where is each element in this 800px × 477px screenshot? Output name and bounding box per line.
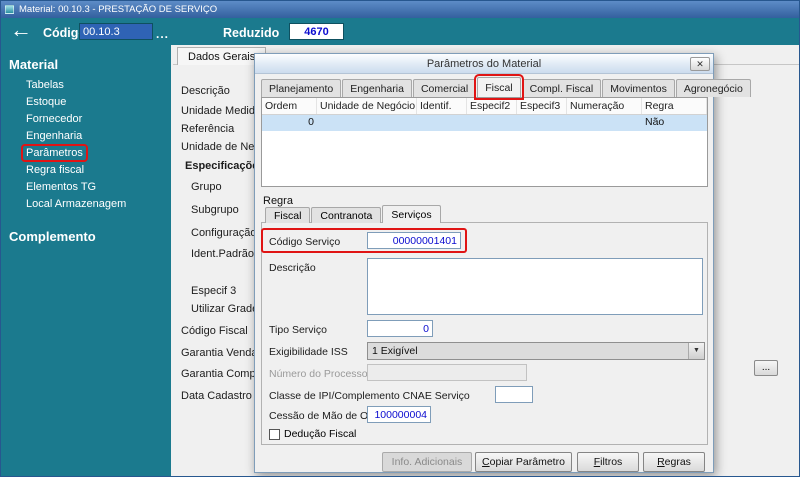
col-identif: Identif. [417, 98, 467, 114]
tab-fiscal[interactable]: Fiscal [474, 74, 524, 100]
copiar-parametro-button[interactable]: Copiar Parâmetro [475, 452, 572, 472]
field-label-utilizar-grade: Utilizar Grade [191, 303, 259, 315]
reduzido-label: Reduzido [223, 26, 280, 40]
tipo-servico-input[interactable] [367, 320, 433, 337]
sidebar-section-material: Material [9, 57, 59, 72]
sidebar-item-parametros[interactable]: Parâmetros [1, 144, 171, 162]
codigo-servico-label: Código Serviço [269, 236, 341, 248]
tipo-servico-label: Tipo Serviço [269, 324, 327, 336]
field-label-garantia-venda: Garantia Venda [181, 347, 258, 359]
field-label-descricao: Descrição [181, 85, 230, 97]
descricao-label: Descrição [269, 262, 316, 274]
app-icon [5, 5, 14, 14]
regra-tabstrip: Fiscal Contranota Serviços [265, 205, 442, 223]
cessao-mao-obra-input[interactable] [367, 406, 431, 423]
cell-ordem: 0 [308, 116, 314, 128]
grid-header: Ordem Unidade de Negócio Identif. Especi… [262, 98, 707, 115]
col-ordem: Ordem [262, 98, 317, 114]
field-label-data-cadastro: Data Cadastro [181, 390, 252, 402]
sidebar-section-complemento: Complemento [9, 229, 96, 244]
exigibilidade-iss-label: Exigibilidade ISS [269, 346, 348, 358]
sidebar: Material Tabelas Estoque Fornecedor Enge… [1, 45, 171, 476]
dialog-tabstrip: Planejamento Engenharia Comercial Fiscal… [261, 74, 752, 100]
back-arrow-icon: ← [10, 17, 32, 42]
field-label-garantia-compra: Garantia Compra [181, 368, 266, 380]
field-label-especif3: Especif 3 [191, 285, 237, 297]
cell-regra: Não [645, 116, 665, 128]
sidebar-item-fornecedor[interactable]: Fornecedor [1, 111, 171, 128]
sidebar-item-tabelas[interactable]: Tabelas [1, 77, 171, 94]
tab-engenharia[interactable]: Engenharia [342, 79, 412, 97]
window-titlebar: Material: 00.10.3 - PRESTAÇÃO DE SERVIÇO [1, 1, 799, 18]
sidebar-item-local-armazenagem[interactable]: Local Armazenagem [1, 196, 171, 213]
field-label-especificacoes: Especificações [185, 160, 265, 172]
annotation-parametros: Parâmetros [21, 144, 88, 162]
cell-especif2 [467, 115, 517, 131]
classe-ipi-cnae-label: Classe de IPI/Complemento CNAE Serviço [269, 390, 470, 402]
chevron-down-icon: ▼ [688, 343, 704, 359]
reduzido-input[interactable] [289, 23, 344, 40]
field-label-subgrupo: Subgrupo [191, 204, 239, 216]
tab-comercial[interactable]: Comercial [412, 79, 477, 97]
tab-agronegocio[interactable]: Agronegócio [675, 79, 751, 97]
field-label-codigo-fiscal: Código Fiscal [181, 325, 248, 337]
app-window: Material: 00.10.3 - PRESTAÇÃO DE SERVIÇO… [0, 0, 800, 477]
codigo-input[interactable] [79, 23, 153, 40]
cell-unidade-negocio [317, 115, 417, 131]
filtros-button[interactable]: Filtros [577, 452, 639, 472]
field-label-unidade-medida: Unidade Medida [181, 105, 262, 117]
exigibilidade-iss-select[interactable]: 1 Exigível ▼ [367, 342, 705, 360]
sidebar-item-engenharia[interactable]: Engenharia [1, 128, 171, 145]
subtab-servicos[interactable]: Serviços [382, 205, 441, 223]
subtab-fiscal[interactable]: Fiscal [265, 207, 311, 223]
sidebar-item-elementos-tg[interactable]: Elementos TG [1, 179, 171, 196]
lookup-button[interactable]: ... [754, 360, 778, 376]
numero-processo-input [367, 364, 527, 381]
col-unidade-negocio: Unidade de Negócio [317, 98, 417, 114]
field-label-configuracao: Configuração [191, 227, 257, 239]
cell-especif3 [517, 115, 567, 131]
info-adicionais-button[interactable]: Info. Adicionais [382, 452, 472, 472]
sidebar-item-estoque[interactable]: Estoque [1, 94, 171, 111]
sidebar-item-regra-fiscal[interactable]: Regra fiscal [1, 162, 171, 179]
dialog-title: Parâmetros do Material [426, 57, 542, 70]
close-icon: ✕ [696, 59, 704, 69]
tab-dados-gerais[interactable]: Dados Gerais [177, 47, 267, 65]
subtab-contranota[interactable]: Contranota [311, 207, 382, 223]
deducao-fiscal-label: Dedução Fiscal [284, 428, 357, 440]
field-label-referencia: Referência [181, 123, 235, 135]
numero-processo-label: Número do Processo [269, 368, 368, 380]
regras-button[interactable]: Regras [643, 452, 705, 472]
exigibilidade-iss-value: 1 Exigível [372, 345, 418, 357]
field-label-grupo: Grupo [191, 181, 222, 193]
deducao-fiscal-checkbox[interactable] [269, 428, 280, 440]
codigo-servico-input[interactable] [367, 232, 461, 249]
descricao-textarea[interactable] [367, 258, 703, 315]
col-especif2: Especif2 [467, 98, 517, 114]
parametros-grid[interactable]: Ordem Unidade de Negócio Identif. Especi… [261, 97, 708, 187]
deducao-fiscal-row[interactable]: Dedução Fiscal [269, 428, 356, 440]
col-regra: Regra [642, 98, 707, 114]
grid-row-selected[interactable]: 0 Não [262, 115, 707, 131]
dialog-parametros-material: Parâmetros do Material ✕ Planejamento En… [254, 53, 751, 473]
dialog-titlebar: Parâmetros do Material [255, 54, 713, 74]
tab-compl-fiscal[interactable]: Compl. Fiscal [521, 79, 602, 97]
tab-planejamento[interactable]: Planejamento [261, 79, 342, 97]
cell-identif [417, 115, 467, 131]
classe-ipi-cnae-input[interactable] [495, 386, 533, 403]
cell-numeracao [567, 115, 642, 131]
window-title: Material: 00.10.3 - PRESTAÇÃO DE SERVIÇO [19, 4, 218, 15]
dialog-close-button[interactable]: ✕ [690, 57, 710, 71]
col-especif3: Especif3 [517, 98, 567, 114]
col-numeracao: Numeração [567, 98, 642, 114]
codigo-lookup-button[interactable]: ... [156, 27, 169, 41]
back-button[interactable]: ← [10, 17, 32, 43]
tab-movimentos[interactable]: Movimentos [602, 79, 675, 97]
field-label-ident-padrao: Ident.Padrão [191, 248, 254, 260]
